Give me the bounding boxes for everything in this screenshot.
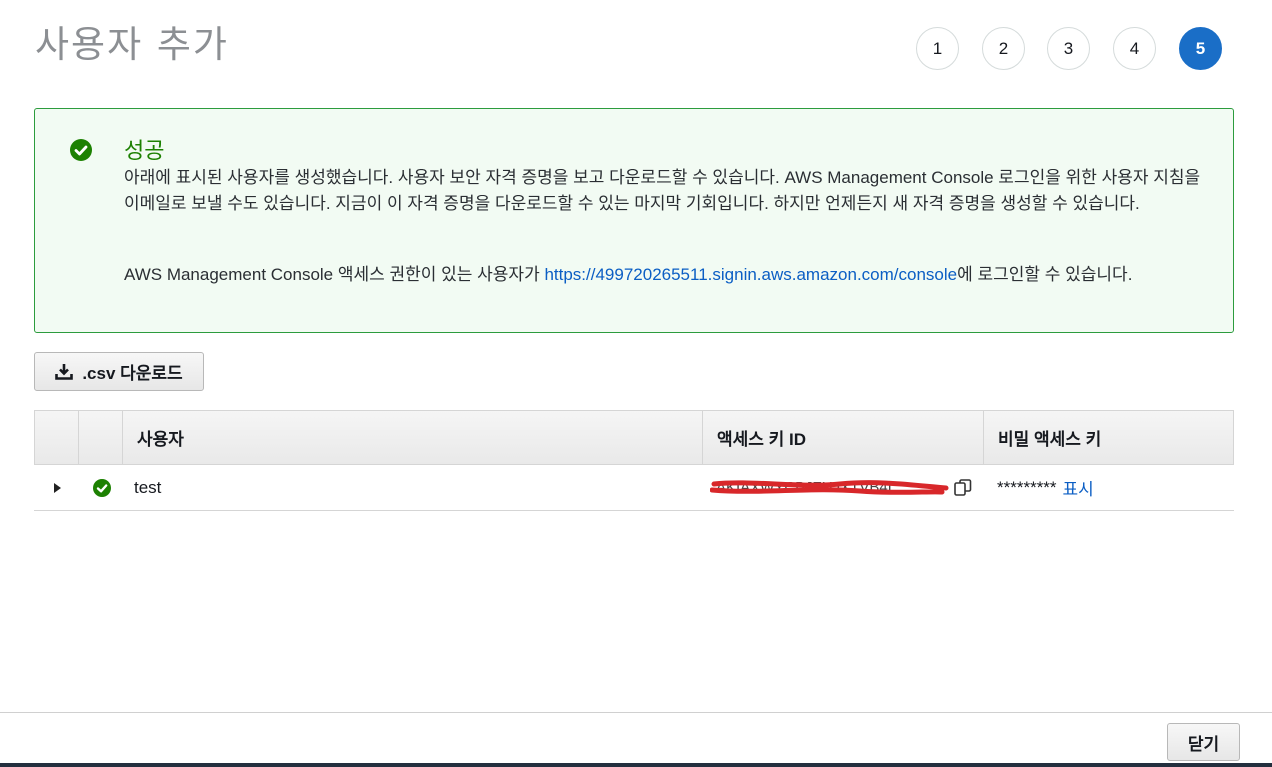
row-user-name: test bbox=[134, 477, 162, 497]
console-signin-link[interactable]: https://499720265511.signin.aws.amazon.c… bbox=[544, 265, 957, 284]
download-icon bbox=[55, 364, 74, 380]
header-access-key-id[interactable]: 액세스 키 ID bbox=[703, 411, 984, 464]
copy-access-key-button[interactable] bbox=[953, 465, 973, 510]
access-key-id-text: AKIAXWYCBJZUJXTVB4L bbox=[716, 479, 897, 496]
row-secret-key-cell: ********* 표시 bbox=[997, 465, 1094, 510]
row-access-key-cell: AKIAXWYCBJZUJXTVB4L bbox=[710, 465, 949, 510]
copy-icon bbox=[954, 478, 972, 496]
table-header: 사용자 액세스 키 ID 비밀 액세스 키 bbox=[34, 410, 1234, 465]
header-status bbox=[79, 411, 123, 464]
success-alert: 성공 아래에 표시된 사용자를 생성했습니다. 사용자 보안 자격 증명을 보고… bbox=[34, 108, 1234, 333]
download-csv-label: .csv 다운로드 bbox=[82, 364, 183, 383]
access-key-id-value: AKIAXWYCBJZUJXTVB4L bbox=[710, 479, 949, 496]
step-3[interactable]: 3 bbox=[1047, 27, 1090, 70]
step-5[interactable]: 5 bbox=[1179, 27, 1222, 70]
bottom-bar bbox=[0, 763, 1272, 767]
close-button[interactable]: 닫기 bbox=[1167, 723, 1240, 761]
caret-right-icon bbox=[54, 482, 61, 493]
secret-key-masked: ********* bbox=[997, 477, 1057, 497]
step-1[interactable]: 1 bbox=[916, 27, 959, 70]
step-2[interactable]: 2 bbox=[982, 27, 1025, 70]
show-secret-link[interactable]: 표시 bbox=[1063, 475, 1094, 500]
table-row: test AKIAXWYCBJZUJXTVB4L ********* 표시 bbox=[34, 465, 1234, 511]
expand-row-toggle[interactable] bbox=[54, 465, 61, 510]
users-table: 사용자 액세스 키 ID 비밀 액세스 키 test AKIAXWYCBJZUJ… bbox=[34, 410, 1234, 511]
console-prefix: AWS Management Console 액세스 권한이 있는 사용자가 bbox=[124, 265, 545, 284]
step-4[interactable]: 4 bbox=[1113, 27, 1156, 70]
alert-title: 성공 bbox=[124, 139, 165, 164]
check-circle-icon bbox=[70, 139, 92, 161]
alert-message: 아래에 표시된 사용자를 생성했습니다. 사용자 보안 자격 증명을 보고 다운… bbox=[124, 168, 1201, 213]
header-user[interactable]: 사용자 bbox=[123, 411, 703, 464]
console-access-message: AWS Management Console 액세스 권한이 있는 사용자가 h… bbox=[124, 262, 1214, 287]
download-csv-button[interactable]: .csv 다운로드 bbox=[34, 352, 204, 391]
header-expand bbox=[35, 411, 79, 464]
footer-divider bbox=[0, 712, 1272, 713]
check-circle-icon bbox=[93, 478, 111, 497]
row-status bbox=[93, 465, 111, 510]
page-title: 사용자 추가 bbox=[35, 23, 229, 66]
header-secret-access-key[interactable]: 비밀 액세스 키 bbox=[984, 411, 1233, 464]
console-suffix: 에 로그인할 수 있습니다. bbox=[957, 265, 1133, 284]
